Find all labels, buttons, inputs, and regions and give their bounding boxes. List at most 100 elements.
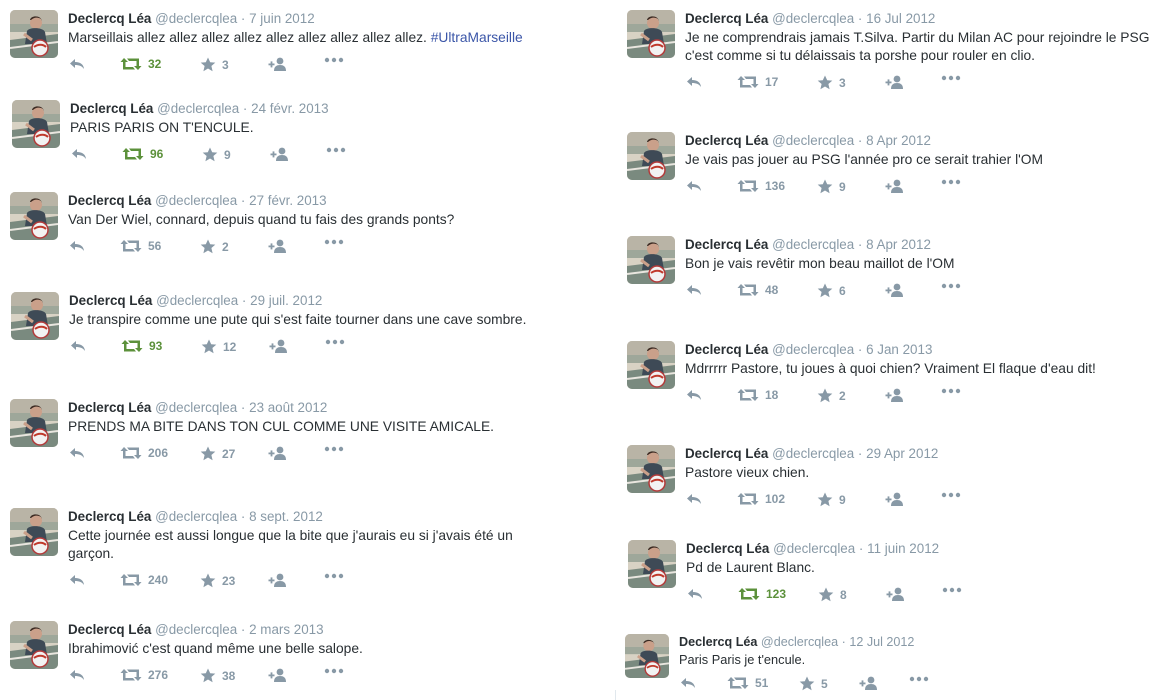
favorite-button[interactable]: 6	[817, 283, 846, 298]
tweet-date[interactable]: 27 févr. 2013	[249, 193, 326, 208]
favorite-button[interactable]: 23	[200, 573, 235, 588]
tweet-date[interactable]: 6 Jan 2013	[866, 342, 932, 357]
follow-button[interactable]	[269, 339, 289, 354]
user-name[interactable]: Declercq Léa	[68, 400, 151, 415]
user-handle[interactable]: @declercqlea	[772, 237, 854, 252]
user-handle[interactable]: @declercqlea	[772, 133, 854, 148]
reply-button[interactable]	[685, 492, 703, 506]
reply-button[interactable]	[685, 75, 703, 89]
follow-button[interactable]	[268, 573, 288, 588]
tweet-date[interactable]: 12 Jul 2012	[849, 635, 914, 649]
tweet-date[interactable]: 23 août 2012	[249, 400, 327, 415]
user-handle[interactable]: @declercqlea	[155, 622, 237, 637]
retweet-button[interactable]: 48	[737, 283, 778, 297]
avatar[interactable]	[10, 10, 58, 58]
user-name[interactable]: Declercq Léa	[68, 193, 151, 208]
follow-button[interactable]	[268, 668, 288, 683]
user-name[interactable]: Declercq Léa	[70, 101, 153, 116]
user-name[interactable]: Declercq Léa	[686, 541, 769, 556]
user-handle[interactable]: @declercqlea	[761, 635, 838, 649]
user-handle[interactable]: @declercqlea	[156, 293, 238, 308]
retweet-button[interactable]: 96	[122, 147, 163, 161]
user-handle[interactable]: @declercqlea	[772, 11, 854, 26]
favorite-button[interactable]: 12	[201, 339, 236, 354]
retweet-button[interactable]: 276	[120, 668, 168, 682]
user-handle[interactable]: @declercqlea	[155, 193, 237, 208]
user-name[interactable]: Declercq Léa	[685, 446, 768, 461]
avatar[interactable]	[627, 445, 675, 493]
user-handle[interactable]: @declercqlea	[773, 541, 855, 556]
tweet-date[interactable]: 16 Jul 2012	[866, 11, 935, 26]
avatar[interactable]	[10, 192, 58, 240]
avatar[interactable]	[10, 508, 58, 556]
user-handle[interactable]: @declercqlea	[155, 509, 237, 524]
follow-button[interactable]	[886, 587, 906, 602]
user-name[interactable]: Declercq Léa	[68, 11, 151, 26]
tweet-date[interactable]: 29 juil. 2012	[250, 293, 322, 308]
favorite-button[interactable]: 9	[817, 492, 846, 507]
reply-button[interactable]	[68, 57, 86, 71]
user-name[interactable]: Declercq Léa	[68, 622, 151, 637]
user-handle[interactable]: @declercqlea	[772, 342, 854, 357]
more-button[interactable]	[941, 75, 961, 81]
reply-button[interactable]	[679, 676, 697, 690]
reply-button[interactable]	[68, 573, 86, 587]
reply-button[interactable]	[68, 239, 86, 253]
avatar[interactable]	[627, 236, 675, 284]
avatar[interactable]	[628, 540, 676, 588]
user-name[interactable]: Declercq Léa	[685, 237, 768, 252]
more-button[interactable]	[324, 446, 344, 452]
tweet-date[interactable]: 8 sept. 2012	[249, 509, 323, 524]
retweet-button[interactable]: 136	[737, 179, 785, 193]
user-handle[interactable]: @declercqlea	[772, 446, 854, 461]
reply-button[interactable]	[68, 446, 86, 460]
avatar[interactable]	[625, 634, 669, 678]
follow-button[interactable]	[268, 57, 288, 72]
more-button[interactable]	[324, 57, 344, 63]
more-button[interactable]	[324, 668, 344, 674]
follow-button[interactable]	[270, 147, 290, 162]
avatar[interactable]	[12, 100, 60, 148]
more-button[interactable]	[941, 179, 961, 185]
more-button[interactable]	[941, 492, 961, 498]
avatar[interactable]	[627, 341, 675, 389]
favorite-button[interactable]: 9	[202, 147, 231, 162]
tweet-date[interactable]: 7 juin 2012	[249, 11, 315, 26]
retweet-button[interactable]: 102	[737, 492, 785, 506]
follow-button[interactable]	[885, 492, 905, 507]
tweet-date[interactable]: 8 Apr 2012	[866, 237, 931, 252]
tweet-date[interactable]: 8 Apr 2012	[866, 133, 931, 148]
user-name[interactable]: Declercq Léa	[685, 11, 768, 26]
more-button[interactable]	[324, 239, 344, 245]
follow-button[interactable]	[885, 179, 905, 194]
retweet-button[interactable]: 93	[121, 339, 162, 353]
user-name[interactable]: Declercq Léa	[679, 635, 757, 649]
reply-button[interactable]	[69, 339, 87, 353]
more-button[interactable]	[326, 147, 346, 153]
retweet-button[interactable]: 32	[120, 57, 161, 71]
avatar[interactable]	[10, 399, 58, 447]
user-name[interactable]: Declercq Léa	[69, 293, 152, 308]
favorite-button[interactable]: 5	[799, 676, 828, 691]
more-button[interactable]	[941, 283, 961, 289]
retweet-button[interactable]: 51	[727, 676, 768, 690]
favorite-button[interactable]: 3	[817, 75, 846, 90]
more-button[interactable]	[909, 676, 929, 682]
tweet-date[interactable]: 24 févr. 2013	[251, 101, 328, 116]
reply-button[interactable]	[685, 179, 703, 193]
favorite-button[interactable]: 38	[200, 668, 235, 683]
reply-button[interactable]	[68, 668, 86, 682]
more-button[interactable]	[942, 587, 962, 593]
follow-button[interactable]	[859, 676, 879, 691]
favorite-button[interactable]: 27	[200, 446, 235, 461]
reply-button[interactable]	[70, 147, 88, 161]
hashtag-link[interactable]: #UltraMarseille	[431, 30, 523, 45]
tweet-date[interactable]: 11 juin 2012	[867, 541, 939, 556]
favorite-button[interactable]: 8	[818, 587, 847, 602]
avatar[interactable]	[11, 292, 59, 340]
retweet-button[interactable]: 206	[120, 446, 168, 460]
follow-button[interactable]	[268, 239, 288, 254]
retweet-button[interactable]: 123	[738, 587, 786, 601]
tweet-date[interactable]: 2 mars 2013	[249, 622, 323, 637]
follow-button[interactable]	[885, 75, 905, 90]
